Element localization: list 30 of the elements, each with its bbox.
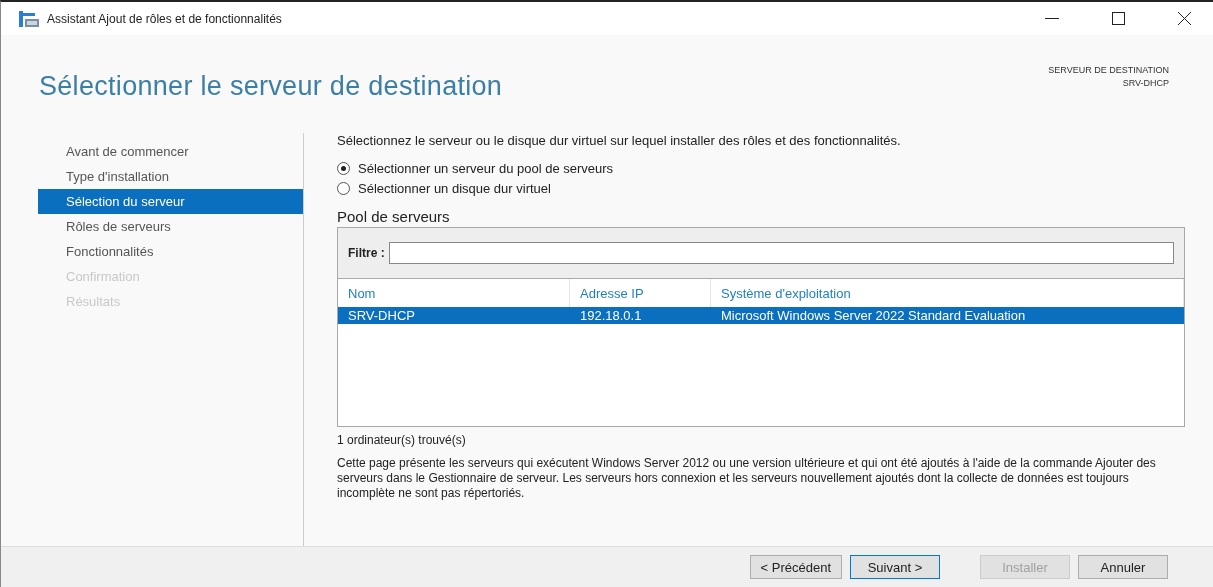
wizard-button[interactable]: < Précédent (749, 555, 842, 579)
server-row[interactable]: SRV-DHCP 192.18.0.1 Microsoft Windows Server 2022 Standard Evaluation (338, 307, 1184, 324)
result-count: 1 ordinateur(s) trouvé(s) (337, 433, 467, 447)
wizard-button[interactable]: Annuler (1078, 555, 1168, 579)
table-cell-text: 192.18.0.1 (579, 308, 643, 323)
wizard-icon (19, 10, 39, 27)
nav-item[interactable]: Rôles de serveurs (38, 214, 303, 239)
close-icon (1177, 12, 1191, 25)
nav-item[interactable]: Avant de commencer (38, 139, 303, 164)
filter-label: Filtre : (348, 246, 385, 260)
radio-button[interactable] (337, 181, 350, 195)
nav-item[interactable]: Sélection du serveur (38, 189, 303, 214)
page-title: Sélectionner le serveur de destination (39, 71, 503, 103)
radio-label[interactable]: Sélectionner un disque dur virtuel (358, 180, 551, 196)
radio-button[interactable] (337, 161, 350, 175)
nav-item[interactable]: Type d'installation (38, 164, 303, 189)
nav-item[interactable]: Fonctionnalités (38, 239, 303, 264)
filter-field[interactable] (388, 242, 1174, 264)
radio-label[interactable]: Sélectionner un serveur du pool de serveurs (358, 160, 614, 176)
window-title: Assistant Ajout de rôles et de fonctionnalités (47, 11, 283, 26)
minimize-icon (1045, 17, 1059, 20)
pool-title: Pool de serveurs (337, 208, 451, 225)
maximize-icon (1111, 12, 1125, 25)
wizard-button[interactable]: Suivant > (850, 555, 940, 579)
info-paragraph: Cette page présente les serveurs qui exécutent Windows Server 2012 ou une version ultérieure et qui ont été ajoutés à l'aide de la commande Ajouter des serveurs dans le Gestionnaire de serveur. Les serveurs hors connexion et les serveurs nouvellement ajoutés dont la collecte de données est toujours incomplète ne sont pas répertoriés. (337, 456, 1157, 501)
table-cell-text: SRV-DHCP (347, 308, 416, 323)
intro-text: Sélectionnez le serveur ou le disque dur virtuel sur lequel installer des rôles et des fonctionnalités. (337, 133, 902, 148)
destination-label: SERVEUR DE DESTINATION (1048, 65, 1169, 75)
table-cell-text: Microsoft Windows Server 2022 Standard Evaluation (720, 308, 1027, 323)
destination-server: SRV-DHCP (1122, 78, 1169, 88)
